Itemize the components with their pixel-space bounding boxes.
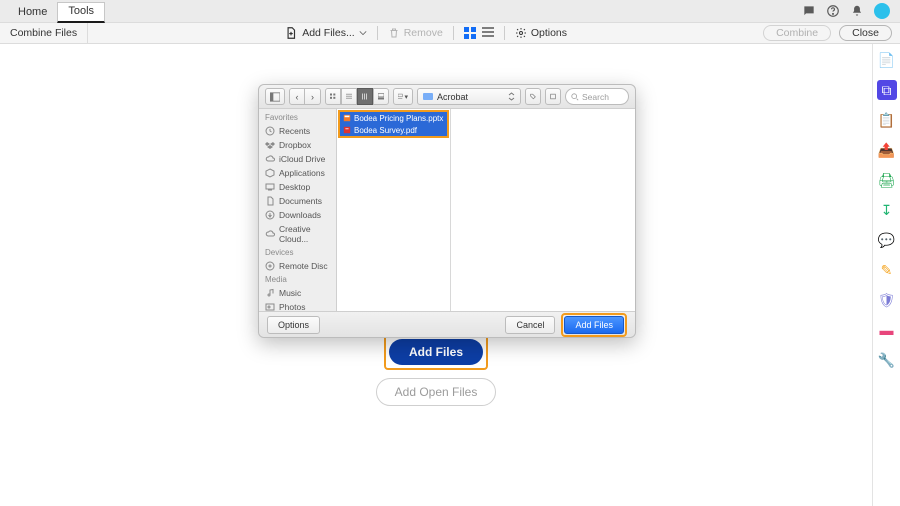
- sidebar-section-favorites: Favorites: [259, 111, 336, 124]
- group-button[interactable]: ▾: [393, 88, 413, 105]
- combine-files-icon[interactable]: ⧉: [877, 80, 897, 100]
- chevron-down-icon: [359, 29, 367, 37]
- file-dialog-toolbar: ‹ › ▾ Ac: [259, 85, 635, 109]
- search-icon: [571, 93, 579, 101]
- divider: [504, 26, 505, 40]
- redact-icon[interactable]: ▬: [877, 320, 897, 340]
- bell-icon[interactable]: [850, 4, 864, 18]
- options-button[interactable]: Options: [515, 27, 567, 39]
- file-list-column: Bodea Pricing Plans.pptx Bodea Survey.pd…: [337, 109, 451, 311]
- organize-icon[interactable]: ↧: [877, 200, 897, 220]
- sidebar-item-photos[interactable]: Photos: [259, 300, 336, 311]
- sidebar-section-media: Media: [259, 273, 336, 286]
- view-columns-button[interactable]: [357, 88, 373, 105]
- presentation-file-icon: [343, 114, 351, 122]
- highlight-dialog-add-files: Add Files: [561, 313, 627, 337]
- sidebar-section-devices: Devices: [259, 246, 336, 259]
- protect-icon[interactable]: 🛡: [877, 290, 897, 310]
- cloud-icon: [265, 154, 275, 164]
- top-tab-bar: Home Tools: [0, 0, 900, 22]
- file-dialog: ‹ › ▾ Ac: [258, 84, 636, 338]
- pdf-file-icon: [343, 126, 351, 134]
- tab-home[interactable]: Home: [8, 4, 57, 22]
- tool-title: Combine Files: [0, 23, 88, 43]
- help-icon[interactable]: [826, 4, 840, 18]
- scan-icon[interactable]: 🖨: [877, 170, 897, 190]
- sidebar-item-icloud[interactable]: iCloud Drive: [259, 152, 336, 166]
- sidebar-item-creative-cloud[interactable]: Creative Cloud...: [259, 222, 336, 246]
- close-button[interactable]: Close: [839, 25, 892, 41]
- sidebar-toggle-button[interactable]: [265, 88, 285, 105]
- sign-icon[interactable]: ✎: [877, 260, 897, 280]
- folder-icon: [423, 93, 433, 100]
- view-icons-button[interactable]: [325, 88, 341, 105]
- desktop-icon: [265, 182, 275, 192]
- file-item[interactable]: Bodea Pricing Plans.pptx: [340, 112, 447, 124]
- sidebar-item-music[interactable]: Music: [259, 286, 336, 300]
- file-item[interactable]: Bodea Survey.pdf: [340, 124, 447, 136]
- stage: Add Files Add Open Files ‹ ›: [0, 44, 900, 506]
- sidebar-item-recents[interactable]: Recents: [259, 124, 336, 138]
- file-dialog-footer: Options Cancel Add Files: [259, 311, 635, 337]
- sidebar-item-downloads[interactable]: Downloads: [259, 208, 336, 222]
- dialog-options-button[interactable]: Options: [267, 316, 320, 334]
- dropdown-arrows-icon: [508, 92, 515, 101]
- add-open-files-button[interactable]: Add Open Files: [376, 378, 497, 406]
- highlight-add-files: Add Files: [384, 334, 488, 370]
- more-tools-icon[interactable]: 🔧: [877, 350, 897, 370]
- create-pdf-icon[interactable]: 📄: [877, 50, 897, 70]
- documents-icon: [265, 196, 275, 206]
- sidebar-item-desktop[interactable]: Desktop: [259, 180, 336, 194]
- file-preview-column: [451, 109, 635, 311]
- export-icon[interactable]: 📤: [877, 140, 897, 160]
- remove-button: Remove: [388, 27, 443, 39]
- user-avatar[interactable]: [874, 3, 890, 19]
- form-icon[interactable]: 📋: [877, 110, 897, 130]
- dialog-cancel-button[interactable]: Cancel: [505, 316, 555, 334]
- highlight-selected-files: Bodea Pricing Plans.pptx Bodea Survey.pd…: [338, 110, 449, 138]
- action-menu-button[interactable]: [545, 88, 561, 105]
- applications-icon: [265, 168, 275, 178]
- file-dialog-sidebar: Favorites Recents Dropbox iCloud Drive A…: [259, 109, 337, 311]
- clock-icon: [265, 126, 275, 136]
- creative-cloud-icon: [265, 229, 275, 239]
- list-view-button[interactable]: [482, 26, 494, 41]
- add-files-button[interactable]: Add Files: [389, 339, 483, 365]
- tag-button[interactable]: [525, 88, 541, 105]
- location-dropdown[interactable]: Acrobat: [417, 88, 521, 105]
- chat-bubble-icon[interactable]: [802, 4, 816, 18]
- combine-toolbar: Combine Files Add Files... Remove Option…: [0, 22, 900, 44]
- nav-forward-button[interactable]: ›: [305, 88, 321, 105]
- sidebar-item-remote-disc[interactable]: Remote Disc: [259, 259, 336, 273]
- comment-icon[interactable]: 💬: [877, 230, 897, 250]
- dropbox-icon: [265, 140, 275, 150]
- tools-rail: 📄 ⧉ 📋 📤 🖨 ↧ 💬 ✎ 🛡 ▬ 🔧: [872, 44, 900, 506]
- disc-icon: [265, 261, 275, 271]
- dialog-add-files-button[interactable]: Add Files: [564, 316, 624, 334]
- view-gallery-button[interactable]: [373, 88, 389, 105]
- sidebar-item-dropbox[interactable]: Dropbox: [259, 138, 336, 152]
- nav-back-button[interactable]: ‹: [289, 88, 305, 105]
- combine-button: Combine: [763, 25, 831, 41]
- add-files-menu-button[interactable]: Add Files...: [284, 26, 367, 40]
- sidebar-item-applications[interactable]: Applications: [259, 166, 336, 180]
- divider: [377, 26, 378, 40]
- divider: [453, 26, 454, 40]
- trash-icon: [388, 27, 400, 39]
- tab-tools[interactable]: Tools: [57, 2, 105, 23]
- sidebar-item-documents[interactable]: Documents: [259, 194, 336, 208]
- search-input[interactable]: Search: [565, 88, 629, 105]
- gear-icon: [515, 27, 527, 39]
- view-list-button[interactable]: [341, 88, 357, 105]
- add-file-icon: [284, 26, 298, 40]
- photos-icon: [265, 302, 275, 311]
- downloads-icon: [265, 210, 275, 220]
- music-icon: [265, 288, 275, 298]
- thumbnail-view-button[interactable]: [464, 27, 476, 39]
